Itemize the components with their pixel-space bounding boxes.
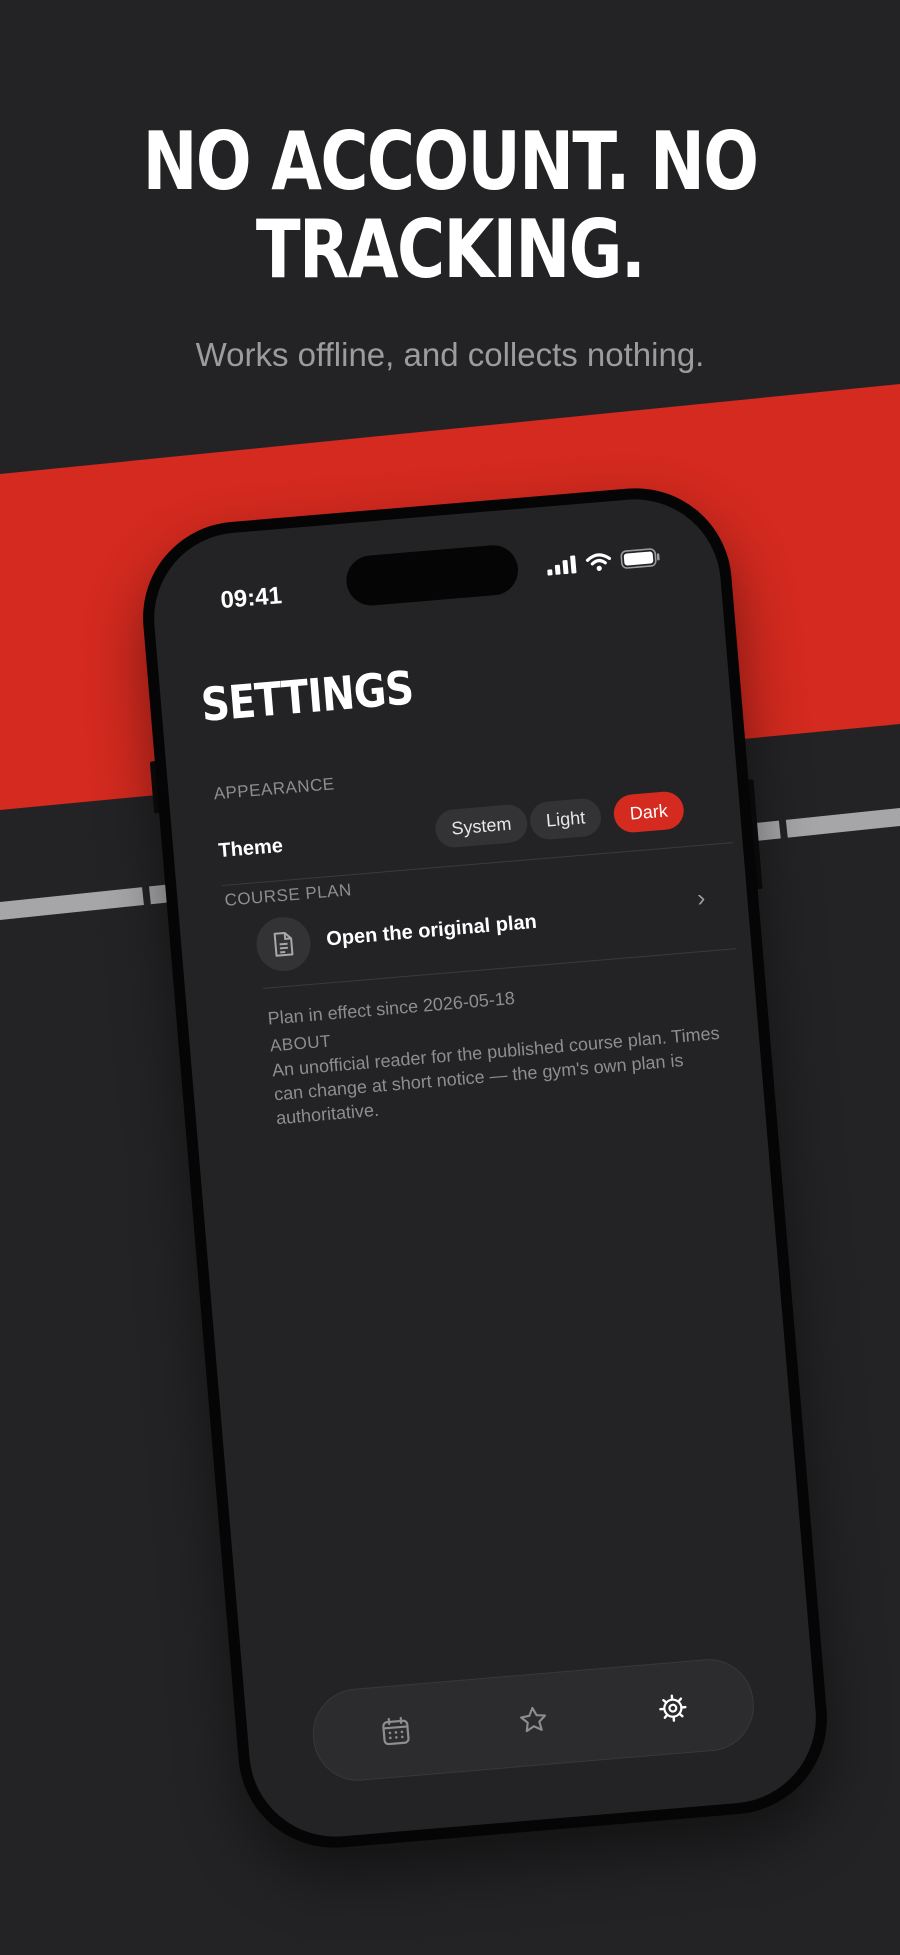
promo-headline: NO ACCOUNT. NO TRACKING. xyxy=(81,118,819,294)
status-icons xyxy=(546,547,661,576)
divider xyxy=(263,948,737,989)
phone-screen: 09:41 SETTINGS APPEARANCE Theme System L… xyxy=(147,492,823,1844)
signal-icon xyxy=(547,554,577,576)
tab-settings[interactable] xyxy=(651,1687,694,1730)
tab-calendar[interactable] xyxy=(374,1710,417,1753)
page-title: SETTINGS xyxy=(199,660,416,733)
star-icon xyxy=(520,1706,547,1733)
theme-label: Theme xyxy=(217,834,284,863)
appearance-section-label: APPEARANCE xyxy=(212,774,336,804)
open-original-plan-link[interactable]: Open the original plan xyxy=(325,911,537,952)
plan-effective-note: Plan in effect since 2026-05-18 xyxy=(266,987,516,1029)
headline-line-1: NO ACCOUNT. NO xyxy=(142,115,759,208)
dynamic-island xyxy=(344,543,521,608)
course-plan-section-label: COURSE PLAN xyxy=(223,880,353,910)
document-icon-badge xyxy=(254,914,313,974)
theme-option-light[interactable]: Light xyxy=(528,797,603,841)
theme-option-dark[interactable]: Dark xyxy=(612,790,686,834)
tab-bar xyxy=(309,1655,758,1785)
headline-line-2: TRACKING. xyxy=(255,203,646,296)
theme-option-system[interactable]: System xyxy=(433,803,529,849)
about-text: An unofficial reader for the published c… xyxy=(271,1022,721,1129)
chevron-right-icon[interactable]: › xyxy=(696,885,706,914)
divider xyxy=(221,842,733,887)
wifi-icon xyxy=(585,553,612,571)
status-time: 09:41 xyxy=(219,582,283,615)
gear-icon xyxy=(659,1694,687,1722)
promo-subline: Works offline, and collects nothing. xyxy=(195,336,705,373)
about-section-label: ABOUT xyxy=(269,1031,332,1056)
document-icon xyxy=(273,931,294,957)
calendar-icon xyxy=(382,1716,410,1746)
battery-icon xyxy=(620,548,660,569)
tab-favorites[interactable] xyxy=(512,1698,555,1741)
phone-mockup: 09:41 SETTINGS APPEARANCE Theme System L… xyxy=(135,480,835,1856)
